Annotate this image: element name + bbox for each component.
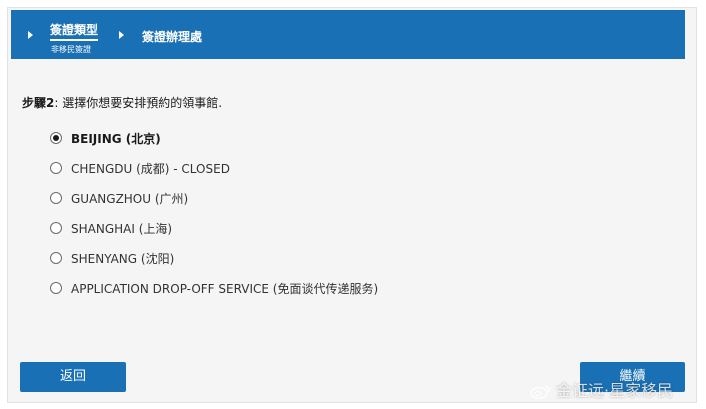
option-label: BEIJING (北京) bbox=[71, 132, 161, 146]
radio-button[interactable] bbox=[50, 132, 62, 144]
option-label: CHENGDU (成都) - CLOSED bbox=[71, 162, 230, 176]
radio-selected-dot bbox=[53, 135, 59, 141]
chevron-right-icon bbox=[28, 31, 33, 39]
option-label: SHANGHAI (上海) bbox=[71, 222, 173, 236]
watermark-text: 金证远·星家移民 bbox=[556, 381, 674, 400]
breadcrumb-step1-title: 簽證類型 bbox=[50, 21, 99, 41]
watermark: 金证远·星家移民 bbox=[530, 377, 673, 401]
breadcrumb-step1-subtitle: 非移民簽證 bbox=[51, 45, 91, 54]
radio-button[interactable] bbox=[50, 162, 62, 174]
breadcrumb-step2-title: 簽證辦理處 bbox=[142, 30, 203, 44]
option-label: GUANGZHOU (广州) bbox=[71, 192, 189, 206]
radio-button[interactable] bbox=[50, 282, 62, 294]
chevron-right-icon bbox=[119, 31, 124, 39]
radio-button[interactable] bbox=[50, 222, 62, 234]
back-button[interactable]: 返回 bbox=[20, 362, 126, 392]
radio-button[interactable] bbox=[50, 252, 62, 264]
option-label: APPLICATION DROP-OFF SERVICE (免面谈代传递服务) bbox=[71, 282, 379, 296]
option-label: SHENYANG (沈阳) bbox=[71, 252, 175, 266]
step-instruction: 步驟2: 選擇你想要安排預約的領事館. bbox=[22, 94, 222, 111]
step-text: : 選擇你想要安排預約的領事館. bbox=[54, 96, 223, 110]
weibo-icon bbox=[530, 385, 550, 399]
breadcrumb: 簽證類型 非移民簽證 簽證辦理處 bbox=[11, 10, 685, 59]
step-number: 步驟2 bbox=[22, 96, 55, 110]
radio-button[interactable] bbox=[50, 192, 62, 204]
